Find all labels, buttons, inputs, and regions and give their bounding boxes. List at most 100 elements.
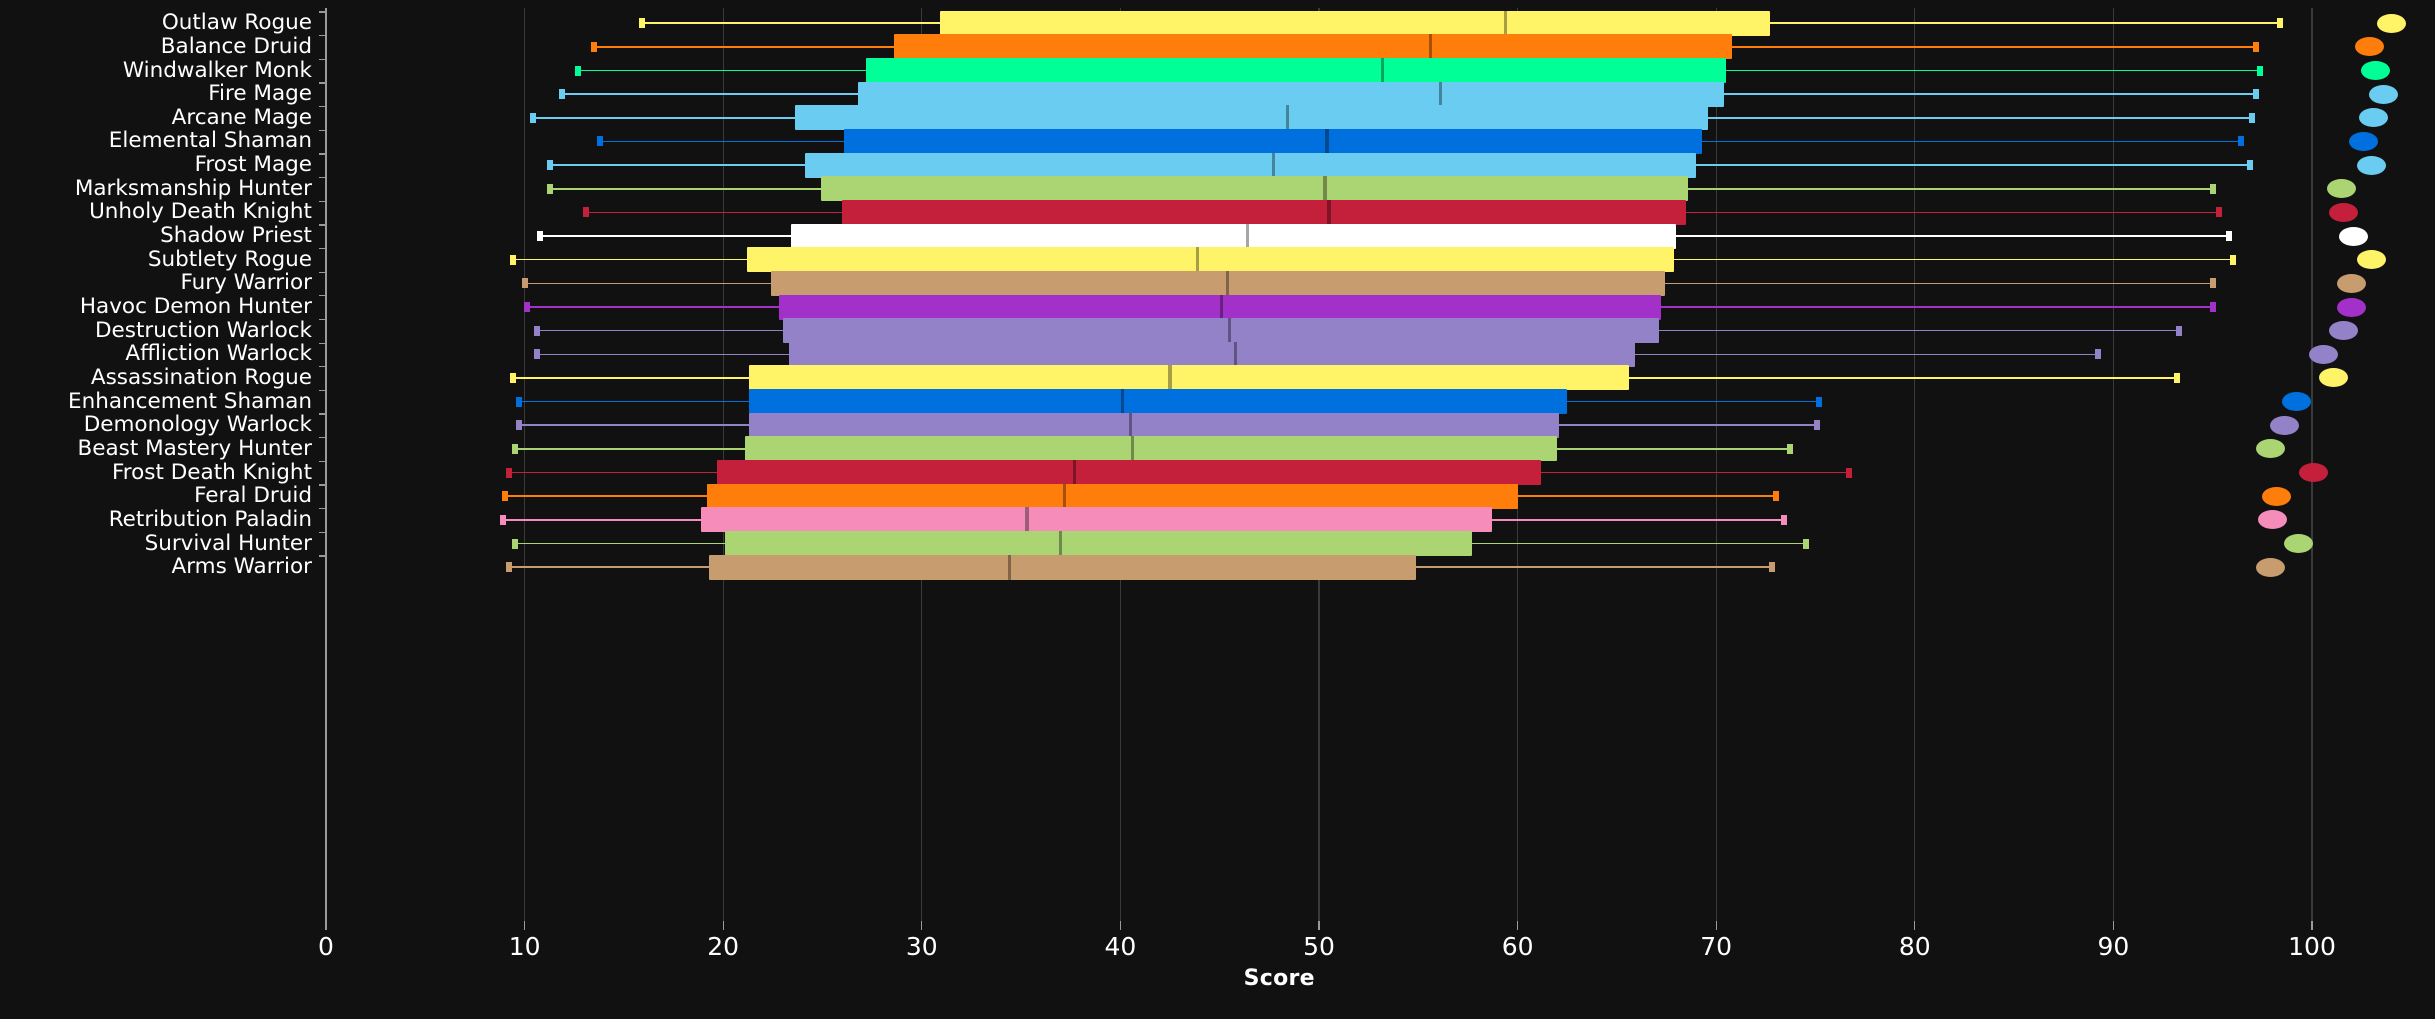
whisker-cap-low (505, 562, 512, 573)
x-tick-10 (523, 921, 526, 930)
y-tick-2 (319, 58, 326, 60)
whisker-cap-low (547, 160, 554, 171)
median-line (1130, 436, 1134, 462)
box-iqr (866, 58, 1727, 83)
outlier-marker[interactable] (2261, 486, 2291, 506)
median-line (1226, 270, 1230, 296)
outlier-marker[interactable] (2255, 557, 2285, 577)
box-iqr (794, 105, 1709, 131)
outlier-marker[interactable] (2349, 131, 2379, 151)
outlier-marker[interactable] (2337, 273, 2367, 293)
outlier-marker[interactable] (2299, 463, 2329, 483)
box-iqr (782, 318, 1659, 344)
whisker-cap-high (1814, 420, 1821, 431)
whisker-cap-low (529, 112, 536, 123)
outlier-marker[interactable] (2269, 415, 2299, 435)
x-tick-40 (1119, 921, 1122, 930)
outlier-marker[interactable] (2329, 321, 2359, 341)
whisker-cap-low (547, 183, 554, 194)
outlier-marker[interactable] (2327, 179, 2357, 199)
whisker-cap-low (583, 207, 590, 218)
whisker-cap-high (1786, 443, 1793, 454)
box-iqr (770, 270, 1665, 296)
y-axis-label-21: Retribution Paladin (108, 506, 312, 532)
median-line (1220, 294, 1224, 320)
y-axis-label-22: Survival Hunter (144, 530, 312, 556)
y-tick-18 (319, 437, 326, 439)
y-tick-8 (319, 200, 326, 202)
whisker-cap-high (2229, 254, 2236, 265)
gridline-70 (1715, 8, 1717, 923)
outlier-marker[interactable] (2255, 439, 2285, 459)
y-axis-label-19: Frost Death Knight (111, 459, 312, 485)
outlier-marker[interactable] (2329, 202, 2359, 222)
outlier-marker[interactable] (2361, 61, 2391, 80)
whisker-cap-high (2215, 207, 2222, 218)
chart-root: Outlaw Rogue Balance Druid Windwalker Monk… (0, 0, 2435, 1019)
outlier-marker[interactable] (2357, 250, 2387, 270)
box-iqr (790, 223, 1677, 249)
y-axis-label-9: Shadow Priest (160, 223, 312, 249)
median-line (1380, 58, 1385, 83)
whisker-cap-low (499, 514, 506, 525)
x-tick-label-70: 70 (1700, 932, 1733, 961)
box-iqr (788, 341, 1635, 367)
outlier-marker[interactable] (2368, 84, 2398, 104)
y-axis-label-6: Frost Mage (194, 152, 312, 178)
y-tick-4 (319, 106, 326, 108)
box-iqr (701, 507, 1492, 533)
outlier-marker[interactable] (2337, 297, 2367, 317)
whisker-cap-low (537, 231, 544, 242)
outlier-marker[interactable] (2309, 344, 2339, 364)
whisker-cap-high (2173, 372, 2180, 383)
outlier-marker[interactable] (2339, 226, 2369, 246)
y-axis-label-17: Demonology Warlock (83, 412, 312, 438)
x-tick-label-80: 80 (1898, 932, 1931, 961)
y-tick-16 (319, 389, 326, 392)
y-axis-label-8: Unholy Death Knight (89, 199, 312, 225)
whisker-cap-low (511, 538, 518, 549)
outlier-marker[interactable] (2257, 510, 2287, 530)
whisker-cap-high (1780, 514, 1787, 525)
y-tick-10 (319, 247, 326, 250)
outlier-marker[interactable] (2357, 155, 2387, 175)
y-axis-label-14: Affliction Warlock (125, 341, 312, 367)
median-line (1504, 10, 1508, 36)
y-axis-label-15: Assassination Rogue (90, 364, 312, 390)
box-iqr (749, 412, 1560, 438)
whisker-cap-high (2209, 278, 2216, 289)
x-tick-90 (2112, 921, 2115, 930)
whisker-cap-high (2225, 231, 2232, 242)
median-line (1271, 152, 1275, 178)
x-tick-70 (1715, 921, 1717, 930)
whisker-cap-low (505, 467, 512, 478)
whisker-cap-high (2209, 302, 2216, 312)
y-tick-17 (319, 413, 326, 415)
median-line (1128, 412, 1132, 438)
box-iqr (745, 436, 1558, 462)
median-line (1120, 389, 1124, 415)
x-tick-label-20: 20 (707, 932, 740, 961)
y-axis-label-7: Marksmanship Hunter (74, 175, 312, 201)
outlier-marker[interactable] (2359, 108, 2389, 128)
box-iqr (939, 10, 1770, 36)
x-tick-0 (325, 921, 327, 930)
whisker-cap-low (515, 396, 522, 407)
outlier-marker[interactable] (2283, 534, 2313, 553)
x-tick-label-0: 0 (318, 932, 334, 961)
median-line (1327, 199, 1331, 225)
whisker-cap-high (2094, 349, 2101, 360)
x-tick-20 (722, 921, 724, 930)
median-line (1233, 341, 1238, 367)
whisker-cap-high (2253, 41, 2260, 52)
outlier-marker[interactable] (2281, 392, 2311, 412)
outlier-marker[interactable] (2319, 368, 2349, 388)
whisker-cap-low (533, 349, 540, 360)
x-tick-label-60: 60 (1501, 932, 1534, 961)
y-axis-label-13: Destruction Warlock (94, 317, 312, 343)
whisker-cap-high (1846, 467, 1853, 478)
whisker-cap-low (509, 372, 516, 383)
outlier-marker[interactable] (2376, 13, 2406, 33)
outlier-marker[interactable] (2355, 37, 2385, 57)
y-tick-5 (319, 129, 326, 131)
